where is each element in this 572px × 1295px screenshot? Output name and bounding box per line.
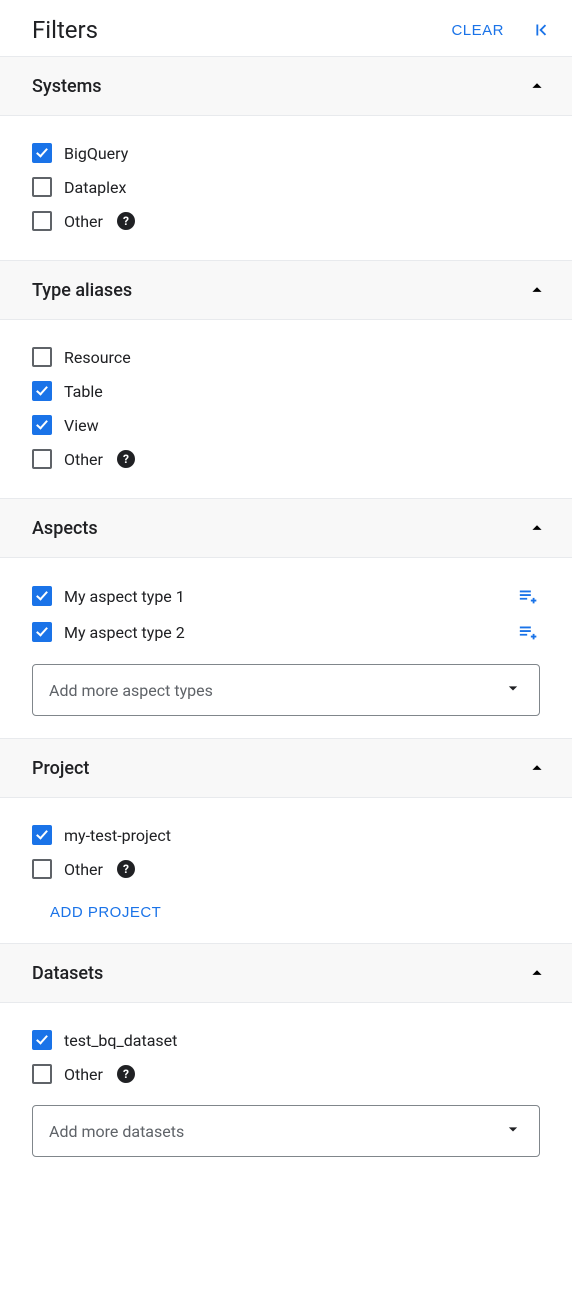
filter-row: Other ? [32, 852, 540, 886]
filter-label: my-test-project [64, 826, 540, 845]
aspects-dropdown[interactable]: Add more aspect types [32, 664, 540, 716]
type-aliases-body: Resource Table View Other ? [0, 320, 572, 498]
datasets-section-header[interactable]: Datasets [0, 943, 572, 1003]
dropdown-placeholder: Add more datasets [49, 1122, 503, 1141]
type-aliases-title: Type aliases [32, 280, 526, 301]
checkbox-test-bq-dataset[interactable] [32, 1030, 52, 1050]
systems-body: BigQuery Dataplex Other ? [0, 116, 572, 260]
filter-row: View [32, 408, 540, 442]
filter-label: BigQuery [64, 144, 540, 163]
filter-row: Table [32, 374, 540, 408]
checkbox-dataplex[interactable] [32, 177, 52, 197]
aspects-title: Aspects [32, 518, 526, 539]
project-title: Project [32, 758, 526, 779]
filter-label: Table [64, 382, 540, 401]
datasets-title: Datasets [32, 963, 526, 984]
filter-label: test_bq_dataset [64, 1031, 540, 1050]
checkbox-datasets-other[interactable] [32, 1064, 52, 1084]
help-icon[interactable]: ? [117, 212, 135, 230]
type-aliases-section-header[interactable]: Type aliases [0, 260, 572, 320]
help-icon[interactable]: ? [117, 860, 135, 878]
checkbox-my-test-project[interactable] [32, 825, 52, 845]
checkbox-resource[interactable] [32, 347, 52, 367]
chevron-up-icon [526, 757, 548, 779]
dropdown-arrow-icon [503, 678, 523, 702]
chevron-up-icon [526, 75, 548, 97]
add-rule-icon[interactable] [518, 585, 540, 607]
filters-header: Filters CLEAR [0, 0, 572, 56]
collapse-panel-icon[interactable] [530, 19, 552, 41]
filter-row: My aspect type 1 [32, 578, 540, 614]
chevron-up-icon [526, 279, 548, 301]
filter-label: My aspect type 1 [64, 587, 506, 606]
checkbox-table[interactable] [32, 381, 52, 401]
filter-row: Resource [32, 340, 540, 374]
checkbox-bigquery[interactable] [32, 143, 52, 163]
filter-label: Other [64, 1065, 103, 1084]
filter-row: My aspect type 2 [32, 614, 540, 650]
filter-row: test_bq_dataset [32, 1023, 540, 1057]
filter-row: BigQuery [32, 136, 540, 170]
filter-row: Other ? [32, 1057, 540, 1091]
checkbox-systems-other[interactable] [32, 211, 52, 231]
checkbox-aspect-2[interactable] [32, 622, 52, 642]
filter-label: Other [64, 212, 103, 231]
systems-title: Systems [32, 76, 526, 97]
chevron-up-icon [526, 962, 548, 984]
add-project-button[interactable]: ADD PROJECT [32, 894, 167, 921]
filter-label: View [64, 416, 540, 435]
chevron-up-icon [526, 517, 548, 539]
add-rule-icon[interactable] [518, 621, 540, 643]
checkbox-aspect-1[interactable] [32, 586, 52, 606]
filter-label: My aspect type 2 [64, 623, 506, 642]
project-section-header[interactable]: Project [0, 738, 572, 798]
filter-row: my-test-project [32, 818, 540, 852]
datasets-body: test_bq_dataset Other ? Add more dataset… [0, 1003, 572, 1179]
help-icon[interactable]: ? [117, 450, 135, 468]
help-icon[interactable]: ? [117, 1065, 135, 1083]
checkbox-view[interactable] [32, 415, 52, 435]
dropdown-placeholder: Add more aspect types [49, 681, 503, 700]
filter-row: Other ? [32, 442, 540, 476]
checkbox-type-other[interactable] [32, 449, 52, 469]
filter-label: Other [64, 450, 103, 469]
clear-button[interactable]: CLEAR [445, 21, 510, 40]
aspects-body: My aspect type 1 My aspect type 2 Add mo… [0, 558, 572, 738]
filter-row: Dataplex [32, 170, 540, 204]
filter-label: Other [64, 860, 103, 879]
datasets-dropdown[interactable]: Add more datasets [32, 1105, 540, 1157]
dropdown-arrow-icon [503, 1119, 523, 1143]
checkbox-project-other[interactable] [32, 859, 52, 879]
systems-section-header[interactable]: Systems [0, 56, 572, 116]
filter-label: Dataplex [64, 178, 540, 197]
aspects-section-header[interactable]: Aspects [0, 498, 572, 558]
filters-title: Filters [32, 16, 445, 44]
filter-row: Other ? [32, 204, 540, 238]
project-body: my-test-project Other ? ADD PROJECT [0, 798, 572, 943]
filter-label: Resource [64, 348, 540, 367]
